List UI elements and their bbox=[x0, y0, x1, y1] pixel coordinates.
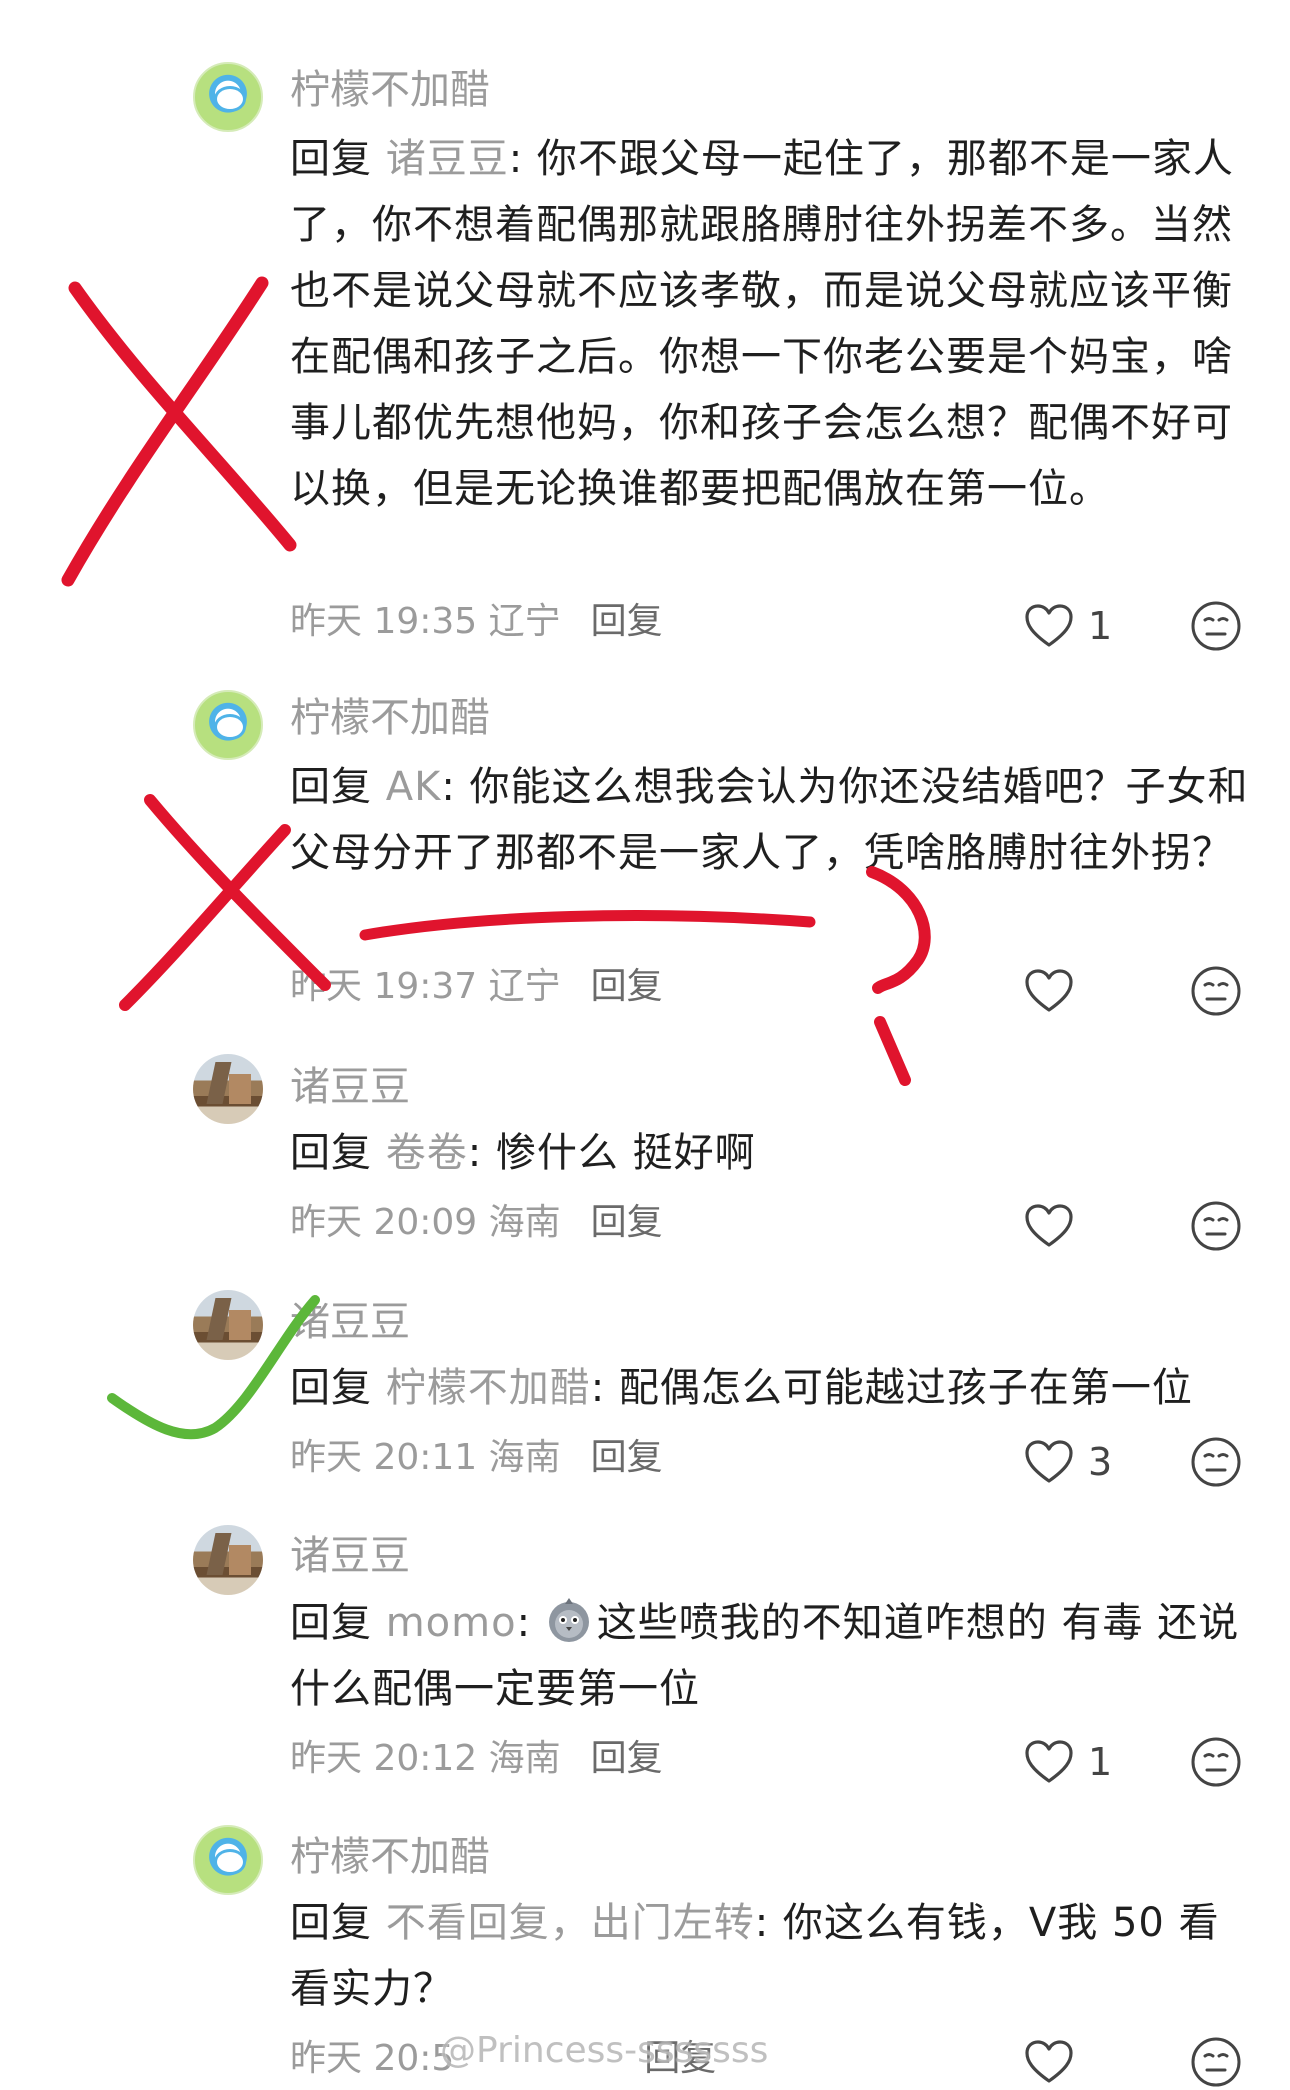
like-count: 1 bbox=[1088, 604, 1113, 648]
like-count: 3 bbox=[1088, 1440, 1113, 1484]
neutral-face-icon[interactable] bbox=[1190, 1200, 1242, 1252]
reply-word: 回复 bbox=[290, 1365, 372, 1411]
heart-outline-icon bbox=[1025, 2040, 1073, 2083]
avatar[interactable] bbox=[193, 690, 263, 760]
like-button[interactable]: 3 bbox=[1024, 1434, 1112, 1490]
comment-text: : 你不跟父母一起住了，那都不是一家人了，你不想着配偶那就跟胳膊肘往外拐差不多。… bbox=[290, 136, 1234, 512]
like-button[interactable] bbox=[1024, 963, 1088, 1019]
reply-button[interactable]: 回复 bbox=[591, 966, 663, 1007]
pigeon-emoji-icon bbox=[548, 1598, 589, 1642]
comment-text: : 惨什么 挺好啊 bbox=[467, 1130, 756, 1176]
comment-author[interactable]: 诸豆豆 bbox=[290, 1059, 410, 1115]
neutral-face-icon[interactable] bbox=[1190, 2036, 1242, 2088]
reply-target[interactable]: 卷卷 bbox=[386, 1130, 468, 1176]
reply-button[interactable]: 回复 bbox=[591, 1738, 663, 1779]
comment-body: 回复 AK: 你能这么想我会认为你还没结婚吧？子女和父母分开了那都不是一家人了，… bbox=[290, 754, 1250, 886]
reply-target[interactable]: 不看回复，出门左转 bbox=[386, 1900, 755, 1946]
comment-author[interactable]: 柠檬不加醋 bbox=[290, 1829, 490, 1885]
red-underline-mark bbox=[359, 910, 816, 941]
reply-button[interactable]: 回复 bbox=[591, 1437, 663, 1478]
comment-time: 昨天 20:5 bbox=[290, 2038, 455, 2079]
reply-word: 回复 bbox=[290, 1130, 372, 1176]
comment-time: 昨天 19:35 辽宁 bbox=[290, 601, 561, 642]
reply-word: 回复 bbox=[290, 136, 372, 182]
like-button[interactable] bbox=[1024, 1198, 1088, 1254]
like-button[interactable]: 1 bbox=[1024, 1734, 1112, 1790]
comment-author[interactable]: 柠檬不加醋 bbox=[290, 690, 490, 746]
reply-target[interactable]: momo bbox=[386, 1600, 517, 1646]
comment-time: 昨天 19:37 辽宁 bbox=[290, 966, 561, 1007]
comment-body: 回复 卷卷: 惨什么 挺好啊 bbox=[290, 1120, 1250, 1186]
heart-outline-icon bbox=[1025, 969, 1073, 1012]
comment-time: 昨天 20:12 海南 bbox=[290, 1738, 561, 1779]
reply-target[interactable]: AK bbox=[386, 764, 442, 810]
comment-meta: 昨天 19:35 辽宁 回复 bbox=[290, 597, 663, 647]
heart-outline-icon bbox=[1025, 604, 1073, 647]
like-count: 1 bbox=[1088, 1740, 1113, 1784]
avatar[interactable] bbox=[193, 1825, 263, 1895]
comment-author[interactable]: 柠檬不加醋 bbox=[290, 62, 490, 118]
red-cross-mark bbox=[61, 276, 297, 587]
comment-body: 回复 柠檬不加醋: 配偶怎么可能越过孩子在第一位 bbox=[290, 1355, 1250, 1421]
neutral-face-icon[interactable] bbox=[1190, 1436, 1242, 1488]
avatar[interactable] bbox=[193, 1525, 263, 1595]
heart-outline-icon bbox=[1025, 1740, 1073, 1783]
avatar[interactable] bbox=[193, 1290, 263, 1360]
comment-meta: 昨天 20:12 海南 回复 bbox=[290, 1734, 663, 1784]
reply-target[interactable]: 柠檬不加醋 bbox=[386, 1365, 591, 1411]
like-button[interactable] bbox=[1024, 2034, 1088, 2090]
neutral-face-icon[interactable] bbox=[1190, 965, 1242, 1017]
comment-author[interactable]: 诸豆豆 bbox=[290, 1294, 410, 1350]
heart-outline-icon bbox=[1025, 1204, 1073, 1247]
heart-outline-icon bbox=[1025, 1440, 1073, 1483]
reply-target[interactable]: 诸豆豆 bbox=[386, 136, 509, 182]
comment-meta: 昨天 19:37 辽宁 回复 bbox=[290, 962, 663, 1012]
comment-time: 昨天 20:09 海南 bbox=[290, 1202, 561, 1243]
red-question-mark bbox=[866, 866, 931, 1086]
comment-text: : 配偶怎么可能越过孩子在第一位 bbox=[590, 1365, 1193, 1411]
comment-meta: 昨天 20:11 海南 回复 bbox=[290, 1433, 663, 1483]
reply-button[interactable]: 回复 bbox=[591, 1202, 663, 1243]
reply-word: 回复 bbox=[290, 1600, 372, 1646]
comment-author[interactable]: 诸豆豆 bbox=[290, 1528, 410, 1584]
reply-button[interactable]: 回复 bbox=[591, 601, 663, 642]
comment-body: 回复 momo: 这些喷我的不知道咋想的 有毒 还说什么配偶一定要第一位 bbox=[290, 1590, 1250, 1722]
reply-word: 回复 bbox=[290, 1900, 372, 1946]
comment-body: 回复 诸豆豆: 你不跟父母一起住了，那都不是一家人了，你不想着配偶那就跟胳膊肘往… bbox=[290, 126, 1250, 522]
avatar[interactable] bbox=[193, 1054, 263, 1124]
comment-meta: 昨天 20:09 海南 回复 bbox=[290, 1198, 663, 1248]
comment-time: 昨天 20:11 海南 bbox=[290, 1437, 561, 1478]
comment-body: 回复 不看回复，出门左转: 你这么有钱，V我 50 看看实力？ bbox=[290, 1890, 1250, 2022]
avatar[interactable] bbox=[193, 62, 263, 132]
neutral-face-icon[interactable] bbox=[1190, 1736, 1242, 1788]
like-button[interactable]: 1 bbox=[1024, 598, 1112, 654]
neutral-face-icon[interactable] bbox=[1190, 600, 1242, 652]
comment-text-prefix: : bbox=[516, 1600, 545, 1646]
watermark: @Princess-sssssss bbox=[440, 2030, 769, 2071]
reply-word: 回复 bbox=[290, 764, 372, 810]
